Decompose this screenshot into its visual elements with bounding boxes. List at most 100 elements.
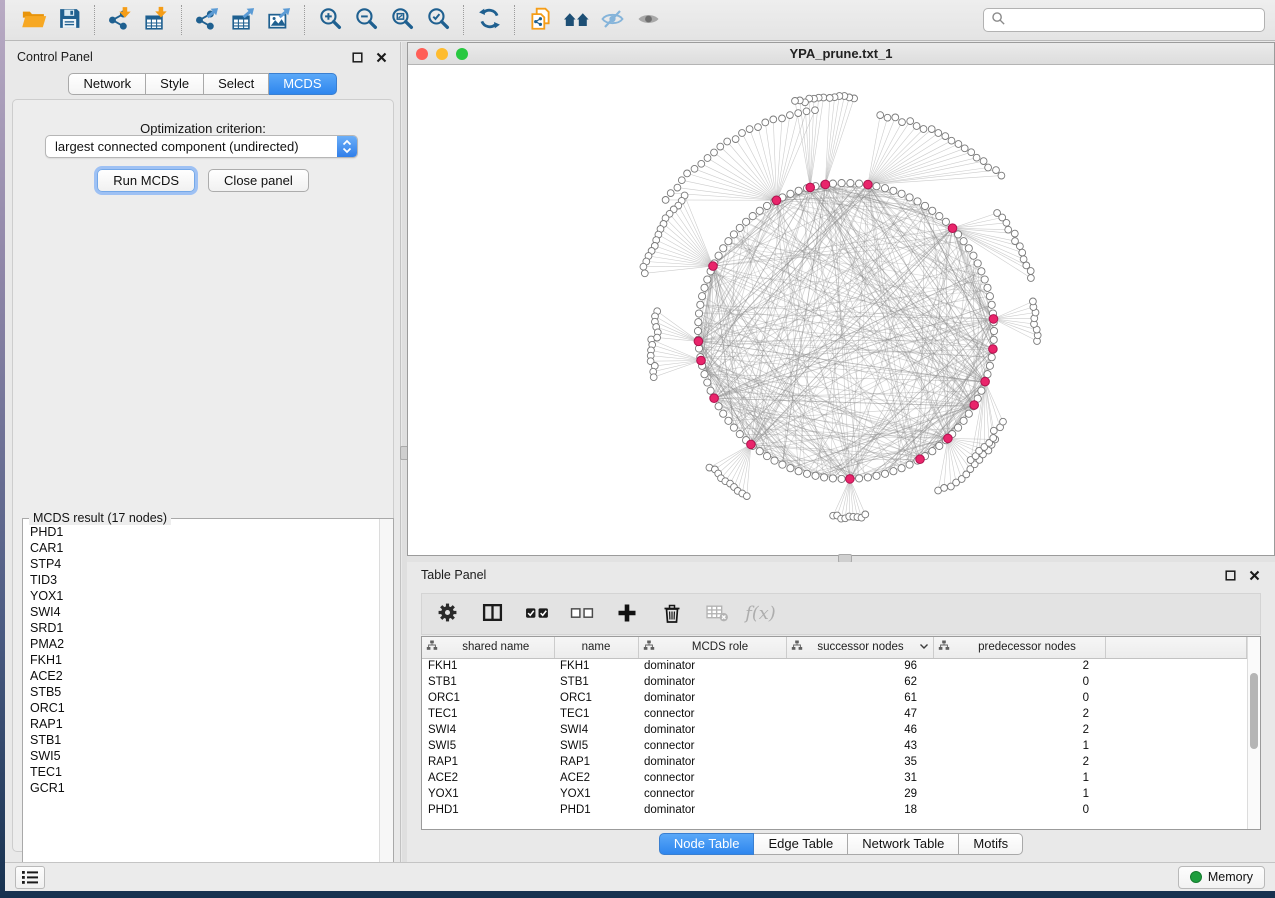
leaf-node[interactable] [787, 112, 794, 119]
ring-node[interactable] [890, 187, 897, 194]
ring-node[interactable] [756, 448, 763, 455]
ring-node[interactable] [749, 213, 756, 220]
network-graph[interactable] [408, 65, 1274, 555]
mcds-hub-node[interactable] [694, 337, 703, 346]
network-titlebar[interactable]: YPA_prune.txt_1 [408, 43, 1274, 65]
result-node[interactable]: PMA2 [30, 636, 379, 652]
leaf-node[interactable] [698, 160, 705, 167]
ring-node[interactable] [988, 301, 995, 308]
ring-node[interactable] [763, 202, 770, 209]
column-header-name[interactable]: name [554, 637, 638, 658]
ring-node[interactable] [921, 202, 928, 209]
cell-successor-nodes[interactable]: 31 [786, 770, 933, 786]
table-row[interactable]: RAP1RAP1dominator352 [422, 754, 1247, 770]
ring-node[interactable] [756, 207, 763, 214]
leaf-node[interactable] [899, 119, 906, 126]
leaf-node[interactable] [678, 177, 685, 184]
ring-node[interactable] [965, 245, 972, 252]
ring-node[interactable] [812, 472, 819, 479]
leaf-node[interactable] [1005, 226, 1012, 233]
cell-successor-nodes[interactable]: 29 [786, 786, 933, 802]
cell-name[interactable]: ACE2 [554, 770, 638, 786]
ring-node[interactable] [914, 198, 921, 205]
result-node[interactable]: YOX1 [30, 588, 379, 604]
ring-node[interactable] [694, 327, 701, 334]
leaf-node[interactable] [1000, 418, 1007, 425]
ring-node[interactable] [936, 213, 943, 220]
ring-node[interactable] [821, 474, 828, 481]
leaf-node[interactable] [667, 190, 674, 197]
scrollbar-thumb[interactable] [1250, 673, 1258, 749]
result-node[interactable]: RAP1 [30, 716, 379, 732]
ring-node[interactable] [988, 354, 995, 361]
table-row[interactable]: YOX1YOX1connector291 [422, 786, 1247, 802]
cell-name[interactable]: SWI4 [554, 722, 638, 738]
table-row[interactable]: SWI4SWI4dominator462 [422, 722, 1247, 738]
leaf-node[interactable] [920, 126, 927, 133]
cell-name[interactable]: FKH1 [554, 658, 638, 674]
ring-node[interactable] [787, 465, 794, 472]
leaf-node[interactable] [935, 130, 942, 137]
result-node[interactable]: STB1 [30, 732, 379, 748]
mcds-hub-node[interactable] [864, 180, 873, 189]
network-canvas[interactable] [408, 65, 1274, 555]
deselect-all-button[interactable] [567, 599, 597, 629]
leaf-node[interactable] [792, 98, 799, 105]
zoom-in-button[interactable] [312, 3, 348, 37]
tab-edge-table[interactable]: Edge Table [754, 833, 848, 855]
leaf-node[interactable] [826, 95, 833, 102]
cell-MCDS-role[interactable]: dominator [638, 802, 786, 818]
leaf-node[interactable] [1030, 298, 1037, 305]
leaf-node[interactable] [654, 334, 661, 341]
result-node[interactable]: GCR1 [30, 780, 379, 796]
save-button[interactable] [51, 3, 87, 37]
cell-shared-name[interactable]: SWI4 [422, 722, 554, 738]
result-node[interactable]: ORC1 [30, 700, 379, 716]
ring-node[interactable] [704, 379, 711, 386]
column-header-shared-name[interactable]: shared name [422, 637, 554, 658]
export-table-button[interactable] [225, 3, 261, 37]
ring-node[interactable] [990, 327, 997, 334]
result-node[interactable]: STP4 [30, 556, 379, 572]
import-network-button[interactable] [102, 3, 138, 37]
leaf-node[interactable] [955, 141, 962, 148]
result-node[interactable]: SWI4 [30, 604, 379, 620]
leaf-node[interactable] [941, 485, 948, 492]
ring-node[interactable] [898, 190, 905, 197]
leaf-node[interactable] [739, 130, 746, 137]
ring-node[interactable] [795, 468, 802, 475]
cell-shared-name[interactable]: RAP1 [422, 754, 554, 770]
table-row[interactable]: FKH1FKH1dominator962 [422, 658, 1247, 674]
ring-node[interactable] [974, 260, 981, 267]
mcds-hub-node[interactable] [697, 356, 706, 365]
settings-button[interactable] [432, 599, 462, 629]
open-button[interactable] [15, 3, 51, 37]
ring-node[interactable] [881, 185, 888, 192]
leaf-node[interactable] [973, 154, 980, 161]
cell-successor-nodes[interactable]: 18 [786, 802, 933, 818]
result-node[interactable]: SRD1 [30, 620, 379, 636]
cell-successor-nodes[interactable]: 43 [786, 738, 933, 754]
leaf-node[interactable] [913, 123, 920, 130]
cell-shared-name[interactable]: ACE2 [422, 770, 554, 786]
mcds-hub-node[interactable] [846, 475, 855, 484]
ring-node[interactable] [929, 448, 936, 455]
cell-predecessor-nodes[interactable]: 2 [933, 706, 1105, 722]
mcds-hub-node[interactable] [916, 455, 925, 464]
ring-node[interactable] [955, 424, 962, 431]
ring-node[interactable] [829, 180, 836, 187]
ring-node[interactable] [986, 362, 993, 369]
ring-node[interactable] [978, 268, 985, 275]
float-panel-button[interactable] [350, 50, 364, 64]
cell-successor-nodes[interactable]: 35 [786, 754, 933, 770]
ring-node[interactable] [743, 218, 750, 225]
mcds-hub-node[interactable] [709, 262, 718, 271]
delete-button[interactable] [657, 599, 687, 629]
cell-shared-name[interactable]: YOX1 [422, 786, 554, 802]
result-scrollbar[interactable] [379, 519, 393, 890]
mcds-hub-node[interactable] [948, 224, 957, 233]
ring-node[interactable] [936, 442, 943, 449]
leaf-node[interactable] [948, 137, 955, 144]
leaf-node[interactable] [717, 143, 724, 150]
cell-predecessor-nodes[interactable]: 2 [933, 754, 1105, 770]
